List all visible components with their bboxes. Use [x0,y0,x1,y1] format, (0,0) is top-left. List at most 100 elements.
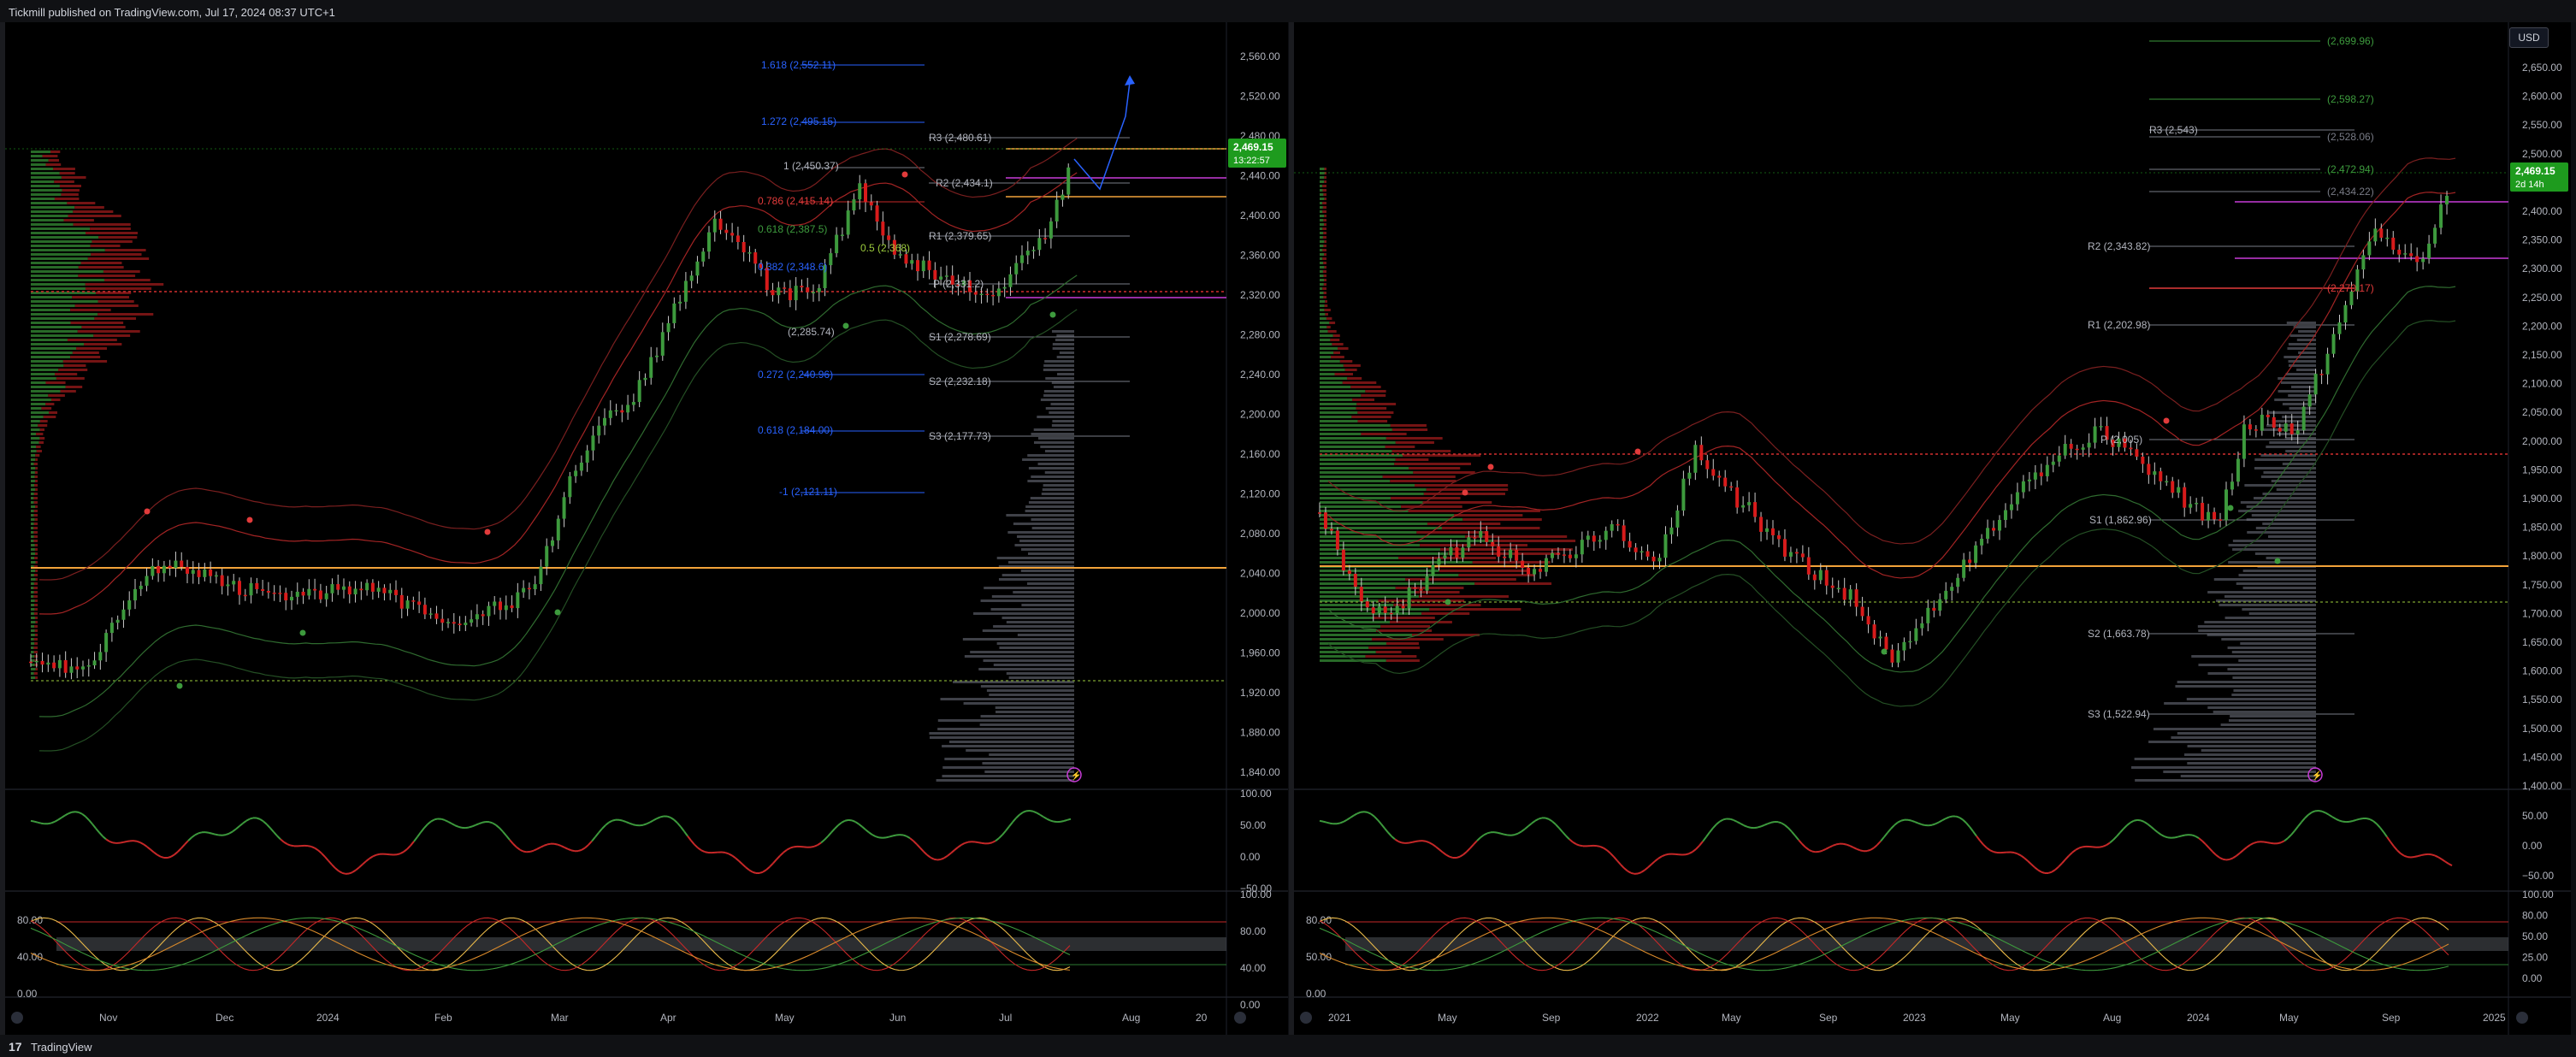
volume-profile-bar-session [2254,458,2316,461]
candle-bull [1836,588,1840,589]
candle-bear [1651,556,1656,562]
volume-profile-bar-buy [31,514,34,517]
volume-profile-bar-buy [31,497,34,499]
candle-bull [1580,540,1584,555]
volume-profile-bar-sell [1390,480,1456,482]
rsi-line-segment [109,840,114,844]
volume-profile-bar-sell [78,275,136,277]
volume-profile-bar-buy [31,501,34,504]
level-label: (2,472.94) [2327,163,2374,175]
candle-bull [1049,221,1053,239]
volume-profile-bar-buy [31,599,35,602]
volume-profile-bar-session [1028,501,1074,504]
volume-profile-bar-sell [1385,437,1443,440]
pivot-high-dot [1634,448,1641,455]
volume-profile-bar-sell [61,176,86,179]
volume-profile-bar-sell [1472,561,1551,564]
candle-bear [29,661,32,664]
volume-profile-bar-sell [1409,467,1461,469]
volume-profile-bar-session [1016,535,1074,538]
volume-profile-bar-sell [1344,369,1357,371]
volume-profile-bar-buy [31,403,46,405]
volume-profile-bar-sell [1343,364,1361,367]
volume-profile-bar-buy [31,219,64,221]
volume-profile-bar-buy [31,257,88,260]
candle-bull [139,585,143,589]
volume-profile-bar-session [1006,621,1074,623]
volume-profile-bar-session [1001,574,1074,576]
pivot-low-dot [299,629,306,636]
volume-profile-bar-buy [1320,219,1324,221]
volume-profile-bar-buy [1320,210,1323,213]
volume-profile-bar-sell [34,629,38,632]
candle-bear [278,593,282,594]
volume-profile-bar-sell [1390,424,1427,427]
time-axis-label: 2025 [2483,1012,2506,1024]
volume-profile-bar-session [2191,655,2316,658]
volume-profile-bar-buy [1320,168,1325,170]
candle-bear [313,588,317,591]
volume-profile-bar-buy [1320,501,1423,504]
candle-bear [1419,588,1423,591]
volume-profile-bar-sell [67,202,96,204]
candle-bull [1066,167,1071,195]
volume-profile-bar-session [2131,766,2316,769]
currency-button[interactable]: USD [2509,27,2549,48]
volume-profile-bar-session [2288,343,2316,345]
rsi-line-segment [529,849,535,853]
candle-bull [133,588,137,601]
volume-profile-bar-buy [31,223,74,226]
candle-bull [649,357,653,378]
candle-bear [1539,569,1543,572]
candle-bull [2295,430,2300,434]
volume-profile-bar-session [2290,386,2316,388]
rsi-line-segment [2191,834,2196,837]
auto-scale-icon[interactable] [1234,1012,1246,1024]
volume-profile-bar-buy [31,561,36,564]
candle-bear [481,614,485,617]
volume-profile-bar-session [1037,437,1074,440]
volume-profile-bar-session [979,723,1074,726]
timezone-icon[interactable] [11,1012,23,1024]
volume-profile-bar-sell [1395,441,1434,444]
candle-bull [81,666,85,670]
volume-profile-bar-session [1027,552,1074,555]
candle-bull [608,410,612,418]
volume-profile-bar-buy [1320,471,1414,474]
volume-profile-bar-session [2232,676,2316,679]
rsi-line-segment [2225,858,2230,861]
rsi-line-segment [2431,853,2436,857]
timezone-icon[interactable] [1300,1012,1312,1024]
volume-profile-bar-sell [34,548,38,551]
price-axis-label: 2,500.00 [2522,148,2562,160]
volume-profile-bar-session [962,638,1074,641]
candle-bear [916,260,919,272]
candle-bull [829,253,833,266]
candle-bear [1365,601,1369,608]
stoch-axis-label: 100.00 [2522,889,2554,901]
auto-scale-icon[interactable] [2516,1012,2528,1024]
left-chart[interactable]: 2,560.002,520.002,480.002,440.002,400.00… [5,22,1288,1035]
volume-profile-bar-sell [39,437,45,440]
volume-profile-bar-buy [31,381,46,384]
volume-profile-bar-session [2177,681,2316,683]
candle-bear [1556,552,1560,555]
price-axis-label: 1,700.00 [2522,607,2562,619]
candle-bear [1353,573,1357,588]
volume-profile-bar-session [2221,638,2316,641]
volume-profile-bar-buy [1320,185,1323,187]
volume-profile-bar-sell [1385,659,1420,662]
volume-profile-bar-buy [31,322,71,324]
volume-profile-bar-session [1051,424,1074,427]
volume-profile-bar-session [2280,381,2316,384]
pivot-high-dot [484,528,491,535]
volume-profile-bar-sell [72,351,99,354]
rsi-line-segment [1500,832,1505,836]
volume-profile-bar-buy [31,676,36,679]
pivot-low-dot [2274,558,2281,564]
right-chart[interactable]: 2,650.002,600.002,550.002,500.002,450.00… [1294,22,2571,1035]
volume-profile-bar-buy [31,535,34,538]
candle-bull [1914,628,1918,641]
volume-profile-bar-sell [33,510,38,512]
stoch-mid-band [56,937,1226,951]
